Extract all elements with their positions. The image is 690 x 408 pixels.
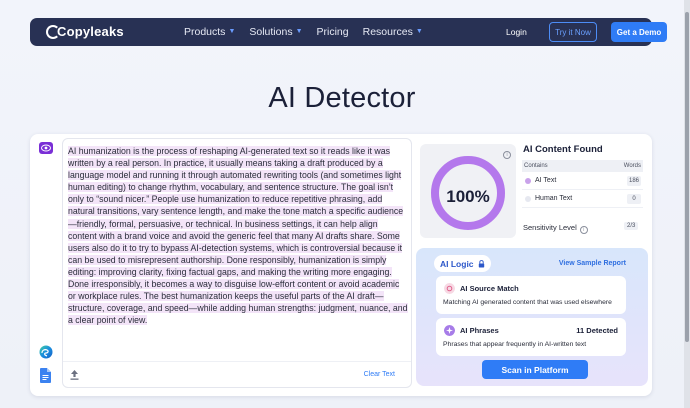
google-docs-icon[interactable] [40, 368, 51, 383]
page-title: AI Detector [268, 82, 416, 114]
ai-source-match-card[interactable]: AI Source Match Matching AI generated co… [436, 276, 626, 314]
view-sample-report-link[interactable]: View Sample Report [559, 260, 626, 267]
human-text-label: Human Text [535, 195, 573, 202]
ai-logic-panel: AI Logic View Sample Report AI Source Ma… [416, 248, 648, 386]
ai-logic-badge: AI Logic [434, 255, 491, 272]
nav-solutions[interactable]: Solutions ▼ [249, 26, 302, 38]
scrollbar-thumb[interactable] [685, 12, 689, 342]
table-row-ai-text: AI Text 186 [522, 172, 643, 190]
source-match-icon [444, 283, 455, 294]
editor-footer: Clear Text [63, 361, 411, 387]
login-link[interactable]: Login [506, 27, 527, 37]
scan-in-platform-button[interactable]: Scan in Platform [482, 360, 588, 379]
ai-source-match-title: AI Source Match [460, 284, 519, 293]
page: Copyleaks Products ▼ Solutions ▼ Pricing R… [0, 0, 684, 408]
nav-solutions-label: Solutions [249, 26, 293, 38]
ai-percentage: 100% [446, 187, 490, 206]
edge-browser-icon[interactable] [39, 345, 53, 359]
ai-score-gauge: i 100% [420, 144, 516, 238]
info-icon[interactable]: i [579, 226, 588, 234]
highlighted-ai-text: AI humanization is the process of reshap… [68, 146, 408, 326]
ai-text-label: AI Text [535, 177, 557, 184]
table-row-human-text: Human Text 0 [522, 190, 643, 208]
nav-pricing-label: Pricing [316, 26, 349, 38]
ai-source-match-desc: Matching AI generated content that was u… [443, 299, 612, 306]
eye-icon[interactable] [39, 142, 53, 154]
editor-text[interactable]: AI humanization is the process of reshap… [68, 145, 408, 326]
ai-phrases-count: 11 Detected [576, 326, 618, 335]
logo-text: Copyleaks [57, 24, 124, 39]
detector-card: AI humanization is the process of reshap… [30, 134, 652, 396]
get-a-demo-button[interactable]: Get a Demo [611, 22, 667, 42]
human-text-count: 0 [627, 194, 641, 204]
human-text-dot [525, 196, 531, 202]
ai-text-dot [525, 178, 531, 184]
table-header: Contains Words [522, 160, 643, 172]
chevron-down-icon: ▼ [415, 28, 423, 35]
nav-resources-label: Resources [362, 26, 413, 38]
ai-content-table: Contains Words AI Text 186 Human Text 0 [522, 160, 643, 208]
ai-phrases-title: AI Phrases [460, 326, 499, 335]
nav-resources[interactable]: Resources ▼ [363, 26, 423, 38]
nav-products-label: Products [184, 26, 226, 38]
scrollbar[interactable] [684, 0, 690, 408]
copyleaks-logo[interactable]: Copyleaks [46, 24, 124, 39]
sensitivity-label: Sensitivity Level [523, 223, 577, 232]
words-header: Words [623, 163, 641, 169]
ai-phrases-card[interactable]: AI Phrases 11 Detected Phrases that appe… [436, 318, 626, 356]
ai-phrases-icon [444, 325, 455, 336]
ai-phrases-desc: Phrases that appear frequently in AI-wri… [443, 341, 587, 348]
chevron-down-icon: ▼ [295, 28, 303, 35]
clear-text-button[interactable]: Clear Text [364, 371, 395, 378]
ai-text-count: 186 [626, 176, 641, 186]
top-navbar: Copyleaks Products ▼ Solutions ▼ Pricing R… [30, 18, 667, 46]
try-it-now-button[interactable]: Try it Now [549, 22, 597, 42]
nav-pricing[interactable]: Pricing [317, 26, 349, 38]
nav-links: Products ▼ Solutions ▼ Pricing Resources ▼ [184, 26, 437, 38]
nav-products[interactable]: Products ▼ [184, 26, 235, 38]
ai-logic-title: AI Logic [440, 258, 474, 269]
text-editor[interactable]: AI humanization is the process of reshap… [62, 138, 412, 388]
ai-content-found-title: AI Content Found [523, 144, 603, 155]
contains-header: Contains [524, 163, 548, 169]
sensitivity-value[interactable]: 2/3 [624, 222, 639, 230]
upload-icon[interactable] [70, 370, 79, 380]
sensitivity-level: Sensitivity Level i [523, 223, 588, 234]
lock-icon [478, 259, 484, 267]
chevron-down-icon: ▼ [228, 28, 236, 35]
